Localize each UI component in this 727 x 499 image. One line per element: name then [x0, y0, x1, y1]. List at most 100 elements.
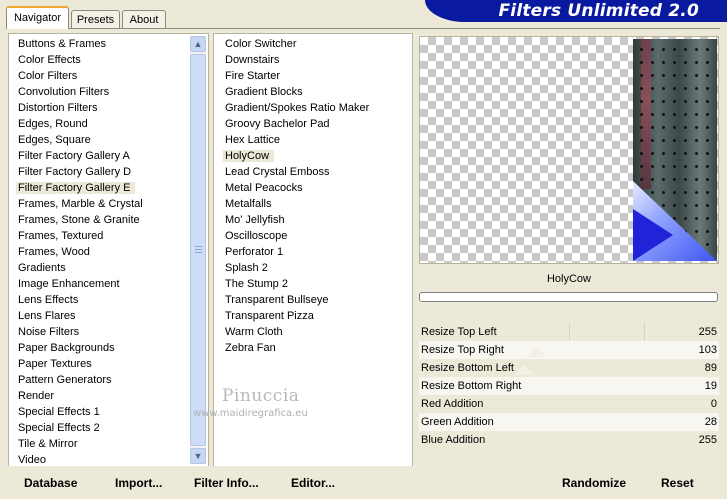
parameter-value: 255	[698, 434, 717, 446]
database-button[interactable]: Database	[24, 474, 77, 492]
category-item[interactable]: Filter Factory Gallery A	[15, 148, 143, 164]
filter-item-label: Zebra Fan	[225, 342, 276, 354]
thumb-grip	[195, 246, 202, 247]
randomize-button[interactable]: Randomize	[562, 474, 626, 492]
filter-item[interactable]: Downstairs	[222, 52, 369, 68]
category-item[interactable]: Buttons & Frames	[15, 36, 143, 52]
category-item-label: Frames, Textured	[18, 230, 104, 242]
category-list: Buttons & Frames Color Effects Color Filte…	[15, 36, 143, 468]
filter-item-label: Mo' Jellyfish	[225, 214, 285, 226]
reset-button[interactable]: Reset	[661, 474, 694, 492]
category-item-label: Edges, Square	[18, 134, 91, 146]
filter-item[interactable]: Oscilloscope	[222, 228, 369, 244]
category-item[interactable]: Color Filters	[15, 68, 143, 84]
editor-button[interactable]: Editor...	[291, 474, 335, 492]
parameter-row[interactable]: Resize Bottom Right 19	[419, 377, 719, 395]
tab-about[interactable]: About	[122, 10, 166, 28]
tab-divider	[6, 28, 720, 29]
parameter-row[interactable]: Blue Addition 255	[419, 431, 719, 449]
filter-item-label: Fire Starter	[225, 70, 281, 82]
parameter-list: Blue Addition 255 Green Addition 28 Red Addi…	[419, 323, 719, 453]
category-item-label: Tile & Mirror	[18, 438, 78, 450]
category-item[interactable]: Edges, Round	[15, 116, 143, 132]
category-item-label: Lens Flares	[18, 310, 76, 322]
category-item-label: Color Effects	[18, 54, 81, 66]
filter-item[interactable]: Groovy Bachelor Pad	[222, 116, 369, 132]
category-item[interactable]: Pattern Generators	[15, 372, 143, 388]
filter-item[interactable]: Warm Cloth	[222, 324, 369, 340]
parameter-row[interactable]: Green Addition 28	[419, 413, 719, 431]
category-item[interactable]: Edges, Square	[15, 132, 143, 148]
thumb-grip	[195, 252, 202, 253]
filter-item[interactable]: Transparent Bullseye	[222, 292, 369, 308]
scroll-down-button[interactable]: ▼	[190, 448, 206, 464]
category-item[interactable]: Filter Factory Gallery E	[15, 180, 143, 196]
parameter-label: Resize Bottom Left	[421, 362, 514, 374]
scroll-up-button[interactable]: ▲	[190, 36, 206, 52]
category-item[interactable]: Frames, Stone & Granite	[15, 212, 143, 228]
filter-info-button[interactable]: Filter Info...	[194, 474, 259, 492]
category-item[interactable]: Filter Factory Gallery D	[15, 164, 143, 180]
category-item[interactable]: Paper Textures	[15, 356, 143, 372]
watermark-name: Pinuccia	[222, 386, 300, 406]
category-item[interactable]: Frames, Marble & Crystal	[15, 196, 143, 212]
category-item[interactable]: Image Enhancement	[15, 276, 143, 292]
filter-item-label: Lead Crystal Emboss	[225, 166, 330, 178]
category-item[interactable]: Render	[15, 388, 143, 404]
import-button[interactable]: Import...	[115, 474, 162, 492]
category-item[interactable]: Lens Flares	[15, 308, 143, 324]
filter-item-label: Color Switcher	[225, 38, 297, 50]
category-scrollbar[interactable]: ▲ ▼	[190, 36, 206, 464]
category-item-label: Special Effects 1	[18, 406, 100, 418]
category-item[interactable]: Frames, Wood	[15, 244, 143, 260]
chevron-up-icon: ▲	[193, 39, 203, 49]
category-list-panel: Buttons & Frames Color Effects Color Filte…	[8, 33, 209, 467]
parameter-label: Resize Top Left	[421, 326, 497, 338]
category-item[interactable]: Special Effects 2	[15, 420, 143, 436]
category-item[interactable]: Noise Filters	[15, 324, 143, 340]
category-item-label: Frames, Marble & Crystal	[18, 198, 143, 210]
category-item[interactable]: Tile & Mirror	[15, 436, 143, 452]
filter-item[interactable]: Splash 2	[222, 260, 369, 276]
filter-item[interactable]: Metalfalls	[222, 196, 369, 212]
category-item[interactable]: Convolution Filters	[15, 84, 143, 100]
filter-item[interactable]: Lead Crystal Emboss	[222, 164, 369, 180]
filter-item[interactable]: Transparent Pizza	[222, 308, 369, 324]
tab-presets[interactable]: Presets	[71, 10, 120, 28]
category-item[interactable]: Lens Effects	[15, 292, 143, 308]
category-item[interactable]: Distortion Filters	[15, 100, 143, 116]
parameter-row[interactable]: Resize Bottom Left 89	[419, 359, 719, 377]
progress-bar	[419, 292, 718, 302]
category-item[interactable]: Color Effects	[15, 52, 143, 68]
category-item-label: Color Filters	[18, 70, 78, 82]
filter-item[interactable]: The Stump 2	[222, 276, 369, 292]
parameter-value: 0	[710, 398, 717, 410]
filter-item[interactable]: Metal Peacocks	[222, 180, 369, 196]
category-item-label: Paper Backgrounds	[18, 342, 115, 354]
parameter-label: Blue Addition	[421, 434, 486, 446]
category-item-label: Paper Textures	[18, 358, 92, 370]
filter-item[interactable]: HolyCow	[222, 148, 369, 164]
parameter-value: 255	[698, 326, 717, 338]
filter-item[interactable]: Gradient Blocks	[222, 84, 369, 100]
filter-item[interactable]: Color Switcher	[222, 36, 369, 52]
category-item[interactable]: Frames, Textured	[15, 228, 143, 244]
category-item-label: Frames, Wood	[18, 246, 90, 258]
category-item[interactable]: Paper Backgrounds	[15, 340, 143, 356]
parameter-row[interactable]: Resize Top Right 103	[419, 341, 719, 359]
tab-navigator[interactable]: Navigator	[6, 6, 69, 29]
filter-item[interactable]: Gradient/Spokes Ratio Maker	[222, 100, 369, 116]
filter-item[interactable]: Mo' Jellyfish	[222, 212, 369, 228]
category-item[interactable]: Gradients	[15, 260, 143, 276]
filter-item[interactable]: Fire Starter	[222, 68, 369, 84]
filter-item[interactable]: Zebra Fan	[222, 340, 369, 356]
slider-thumb-mark	[514, 365, 534, 375]
category-item-label: Video	[18, 454, 46, 466]
parameter-row[interactable]: Red Addition 0	[419, 395, 719, 413]
filter-item[interactable]: Perforator 1	[222, 244, 369, 260]
scrollbar-thumb[interactable]	[190, 54, 206, 446]
filter-item-label: Downstairs	[225, 54, 280, 66]
filter-item[interactable]: Hex Lattice	[222, 132, 369, 148]
filter-item-label: Gradient Blocks	[225, 86, 303, 98]
category-item[interactable]: Special Effects 1	[15, 404, 143, 420]
